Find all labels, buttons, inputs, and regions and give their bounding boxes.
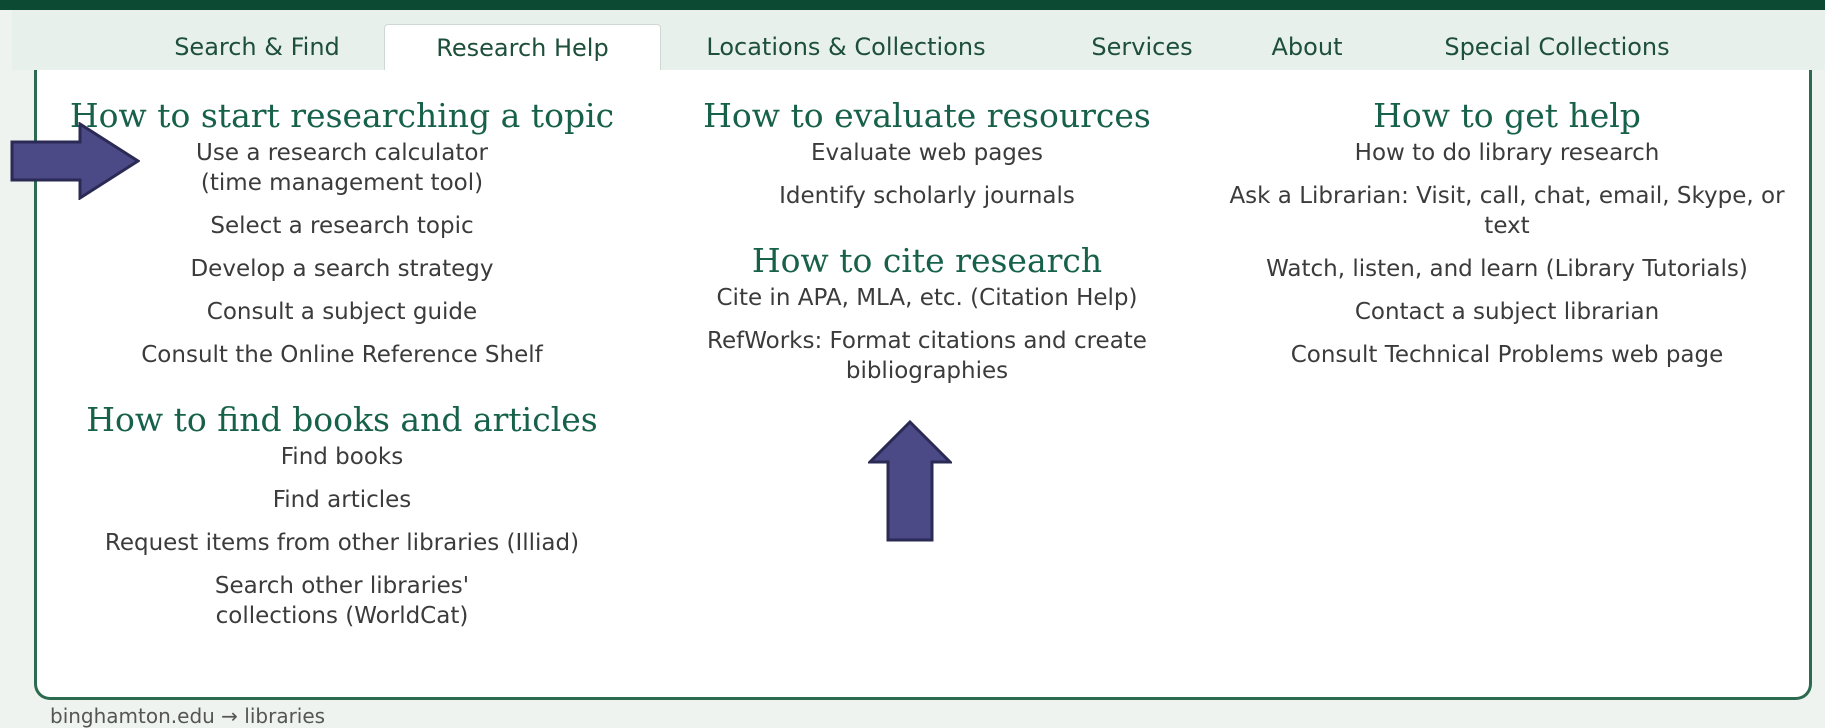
nav-services[interactable]: Services — [1072, 24, 1212, 70]
nav-research-help[interactable]: Research Help — [384, 24, 661, 71]
nav-locations-collections[interactable]: Locations & Collections — [696, 24, 996, 70]
column-evaluate-cite: How to evaluate resources Evaluate web p… — [657, 94, 1197, 399]
link-evaluate-web-pages[interactable]: Evaluate web pages — [657, 138, 1197, 168]
link-scholarly-journals[interactable]: Identify scholarly journals — [657, 181, 1197, 211]
breadcrumb: binghamton.edu → libraries — [50, 704, 326, 728]
nav-about[interactable]: About — [1252, 24, 1362, 70]
heading-get-help: How to get help — [1373, 96, 1641, 135]
heading-evaluate-resources: How to evaluate resources — [703, 96, 1151, 135]
top-brand-bar — [0, 0, 1825, 10]
nav-search-find[interactable]: Search & Find — [147, 24, 367, 70]
annotation-arrow-right-icon — [10, 122, 140, 200]
heading-cite-research: How to cite research — [751, 241, 1103, 280]
link-technical-problems[interactable]: Consult Technical Problems web page — [1227, 340, 1787, 370]
link-refworks[interactable]: RefWorks: Format citations and create bi… — [657, 326, 1197, 386]
heading-start-researching: How to start researching a topic — [69, 96, 615, 135]
column-get-help: How to get help How to do library resear… — [1227, 94, 1787, 383]
research-help-mega-menu: How to start researching a topic Use a r… — [34, 70, 1812, 700]
link-library-tutorials[interactable]: Watch, listen, and learn (Library Tutori… — [1227, 254, 1787, 284]
link-find-articles[interactable]: Find articles — [57, 485, 627, 515]
link-ask-librarian[interactable]: Ask a Librarian: Visit, call, chat, emai… — [1227, 181, 1787, 241]
link-online-reference-shelf[interactable]: Consult the Online Reference Shelf — [57, 340, 627, 370]
annotation-arrow-up-icon — [868, 420, 952, 542]
link-illiad[interactable]: Request items from other libraries (Illi… — [57, 528, 627, 558]
link-subject-librarian[interactable]: Contact a subject librarian — [1227, 297, 1787, 327]
nav-special-collections[interactable]: Special Collections — [1432, 24, 1682, 70]
link-library-research[interactable]: How to do library research — [1227, 138, 1787, 168]
main-navigation: Search & Find Research Help Locations & … — [12, 10, 1825, 71]
link-citation-help[interactable]: Cite in APA, MLA, etc. (Citation Help) — [657, 283, 1197, 313]
heading-find-books-articles: How to find books and articles — [86, 400, 598, 439]
link-find-books[interactable]: Find books — [57, 442, 627, 472]
link-research-calculator[interactable]: Use a research calculator (time manageme… — [57, 138, 627, 198]
link-subject-guide[interactable]: Consult a subject guide — [57, 297, 627, 327]
column-start-research: How to start researching a topic Use a r… — [57, 94, 627, 644]
link-worldcat[interactable]: Search other libraries' collections (Wor… — [57, 571, 627, 631]
link-select-topic[interactable]: Select a research topic — [57, 211, 627, 241]
link-search-strategy[interactable]: Develop a search strategy — [57, 254, 627, 284]
